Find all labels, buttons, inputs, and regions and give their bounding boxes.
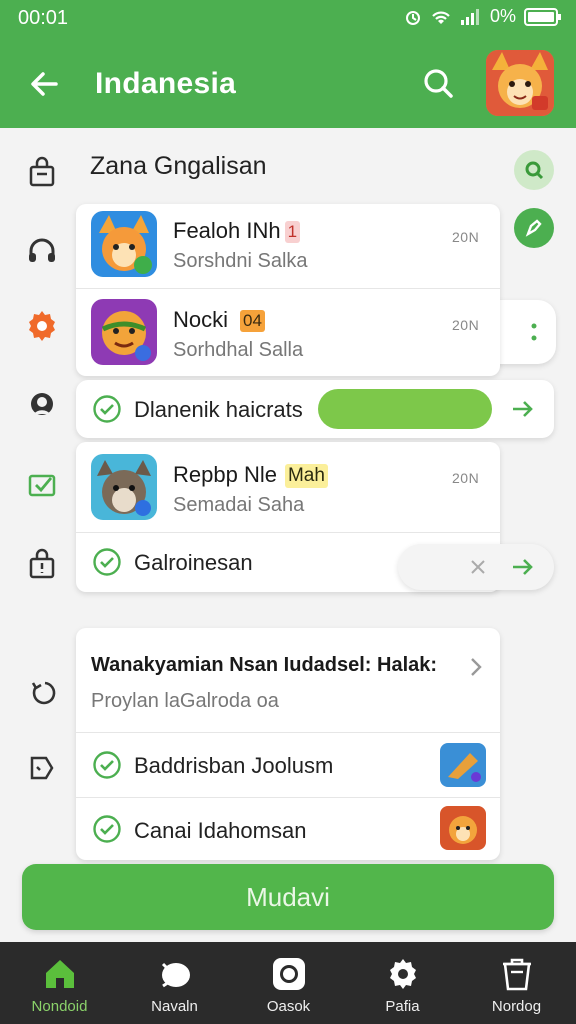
app-name: Repbp Nle Mah	[173, 462, 328, 489]
tag-icon[interactable]	[20, 746, 64, 790]
app-list-card: Fealoh INh 1 Sorshdni Salka 20N Nocki 04 S…	[76, 204, 500, 376]
app-badge: 1	[284, 221, 301, 244]
nav-label: Oasok	[266, 998, 311, 1015]
check-circle-icon	[93, 395, 121, 423]
task-label: Dlanenik haicrats	[134, 397, 303, 422]
nav-item-settings[interactable]: Pafia	[345, 942, 460, 1024]
headphones-icon[interactable]	[20, 228, 64, 272]
app-size: 20N	[452, 229, 480, 245]
app-row-1[interactable]: Fealoh INh 1 Sorshdni Salka 20N	[76, 204, 500, 288]
wifi-icon	[432, 11, 450, 24]
action-pill	[398, 544, 554, 590]
home-icon	[40, 954, 80, 994]
edit-mini-button[interactable]	[514, 208, 554, 248]
app-row-2[interactable]: Nocki 04 Sorhdhal Salla 20N	[76, 289, 500, 375]
page-title: Indanesia	[95, 67, 237, 100]
task-label: Galroinesan	[134, 550, 253, 575]
section-title: Zana Gngalisan	[90, 152, 267, 180]
item-thumbnail	[440, 743, 486, 787]
app-icon-2	[91, 299, 157, 365]
app-size: 20N	[452, 317, 480, 333]
arrow-right-icon[interactable]	[510, 396, 536, 422]
app-icon-1	[91, 211, 157, 277]
search-icon	[525, 161, 544, 180]
check-circle-icon	[93, 751, 121, 779]
status-bar: 00:01 0%	[0, 0, 576, 36]
search-mini-button[interactable]	[514, 150, 554, 190]
info-item-1[interactable]: Baddrisban Joolusm	[76, 733, 500, 797]
more-vertical-icon[interactable]	[530, 322, 538, 344]
nav-label: Nondoid	[31, 998, 88, 1015]
camera-icon	[269, 954, 309, 994]
app-name: Fealoh INh 1	[173, 218, 301, 244]
refresh-icon[interactable]	[20, 670, 64, 714]
status-time: 00:01	[18, 7, 69, 29]
primary-action-button[interactable]: Mudavi	[22, 864, 554, 930]
app-row-3[interactable]: Repbp Nle Mah Semadai Saha 20N	[76, 442, 500, 532]
battery-percent: 0%	[489, 6, 516, 26]
app-subtitle: Sorhdhal Salla	[173, 339, 304, 361]
check-circle-icon	[93, 548, 121, 576]
nav-item-trash[interactable]: Nordog	[459, 942, 574, 1024]
profile-avatar[interactable]	[486, 50, 554, 116]
item-thumbnail	[440, 806, 486, 850]
info-item-label: Baddrisban Joolusm	[134, 753, 334, 778]
nav-label: Pafia	[385, 998, 420, 1015]
chat-icon	[155, 954, 195, 994]
info-item-2[interactable]: Canai Idahomsan	[76, 798, 500, 860]
app-name: Nocki 04	[173, 307, 265, 333]
app-subtitle: Semadai Saha	[173, 494, 305, 516]
app-badge: Mah	[284, 464, 328, 489]
user-icon[interactable]	[20, 384, 64, 428]
chevron-right-icon[interactable]	[468, 656, 484, 678]
battery-icon	[524, 7, 561, 26]
info-header[interactable]: Wanakyamian Nsan Iudadsel: Halak: Proyla…	[76, 628, 500, 732]
trash-icon	[497, 954, 537, 994]
close-icon[interactable]	[468, 557, 488, 577]
app-subtitle: Sorshdni Salka	[173, 250, 308, 272]
nav-label: Navaln	[151, 998, 198, 1015]
check-circle-icon	[93, 815, 121, 843]
search-icon[interactable]	[418, 64, 458, 104]
pen-icon	[525, 219, 542, 237]
app-size: 20N	[452, 470, 480, 486]
settings-gear-icon[interactable]	[20, 304, 64, 348]
bag-icon[interactable]	[20, 150, 64, 194]
nav-item-home[interactable]: Nondoid	[2, 942, 117, 1024]
bottom-navigation: Nondoid Navaln Oasok Pafia Nordog	[0, 942, 576, 1024]
app-badge: 04	[240, 310, 265, 333]
nav-item-chat[interactable]: Navaln	[117, 942, 232, 1024]
info-title: Wanakyamian Nsan Iudadsel: Halak:	[91, 654, 438, 676]
alarm-icon	[405, 10, 420, 25]
info-card: Wanakyamian Nsan Iudadsel: Halak: Proyla…	[76, 628, 500, 860]
info-item-label: Canai Idahomsan	[134, 818, 307, 843]
bag-alert-icon[interactable]	[20, 542, 64, 586]
nav-item-camera[interactable]: Oasok	[231, 942, 346, 1024]
mail-check-icon[interactable]	[20, 462, 64, 506]
gear-icon	[383, 954, 423, 994]
info-subtitle: Proylan laGalroda oa	[91, 690, 279, 712]
nav-label: Nordog	[491, 998, 542, 1015]
status-icons: 0%	[404, 6, 562, 27]
progress-bar	[318, 389, 492, 429]
signal-icon	[460, 8, 479, 25]
back-arrow-icon[interactable]	[24, 64, 64, 104]
app-icon-3	[91, 454, 157, 520]
top-app-bar: 00:01 0% Indanesia	[0, 0, 576, 128]
arrow-right-icon[interactable]	[510, 554, 536, 580]
